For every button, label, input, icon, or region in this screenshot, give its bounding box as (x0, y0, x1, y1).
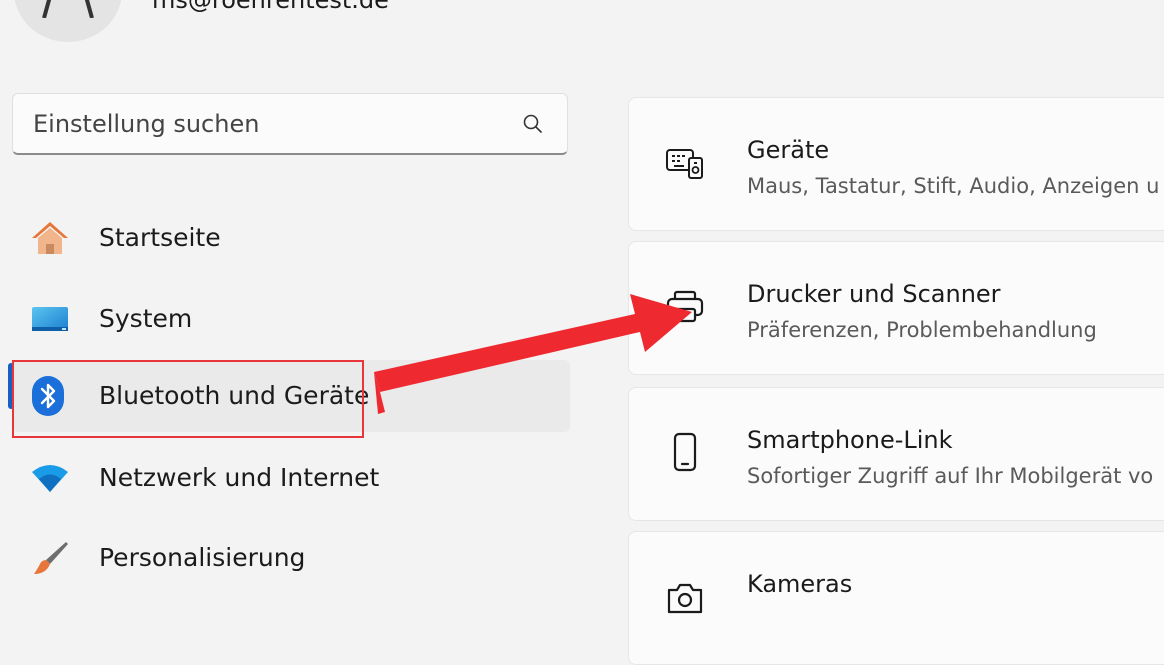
card-kameras[interactable]: Kameras (628, 531, 1164, 665)
devices-icon (666, 149, 703, 179)
card-geraete[interactable]: Geräte Maus, Tastatur, Stift, Audio, Anz… (628, 97, 1164, 231)
card-title: Kameras (747, 570, 853, 598)
sidebar-item-netzwerk[interactable]: Netzwerk und Internet (12, 442, 570, 514)
wifi-icon (32, 465, 68, 492)
sidebar-item-startseite[interactable]: Startseite (12, 202, 570, 274)
search-icon[interactable] (521, 112, 545, 136)
camera-icon (667, 583, 703, 614)
card-drucker-scanner[interactable]: Drucker und Scanner Präferenzen, Problem… (628, 241, 1164, 375)
sidebar-item-label: Personalisierung (99, 543, 306, 572)
search-box[interactable] (12, 93, 568, 155)
paintbrush-icon (34, 542, 68, 574)
annotation-highlight-box (12, 360, 364, 438)
home-icon (32, 222, 68, 254)
sidebar-item-system[interactable]: System (12, 283, 570, 355)
card-smartphone-link[interactable]: Smartphone-Link Sofortiger Zugriff auf I… (628, 387, 1164, 521)
sidebar-item-label: Netzwerk und Internet (99, 463, 380, 492)
account-email: ms@roehrentest.de (152, 0, 389, 14)
card-subtitle: Sofortiger Zugriff auf Ihr Mobilgerät vo (747, 464, 1154, 488)
sidebar-item-label: Startseite (99, 223, 221, 252)
card-subtitle: Präferenzen, Problembehandlung (747, 318, 1097, 342)
card-title: Drucker und Scanner (747, 280, 1001, 308)
sidebar-item-label: System (99, 304, 193, 333)
card-subtitle: Maus, Tastatur, Stift, Audio, Anzeigen u (747, 174, 1160, 198)
system-monitor-icon (32, 307, 68, 331)
smartphone-icon (673, 432, 697, 472)
person-icon (40, 0, 96, 18)
sidebar-item-personalisierung[interactable]: Personalisierung (12, 522, 570, 594)
card-title: Geräte (747, 136, 830, 164)
card-title: Smartphone-Link (747, 426, 953, 454)
search-input[interactable] (13, 94, 515, 154)
printer-icon (666, 290, 704, 323)
